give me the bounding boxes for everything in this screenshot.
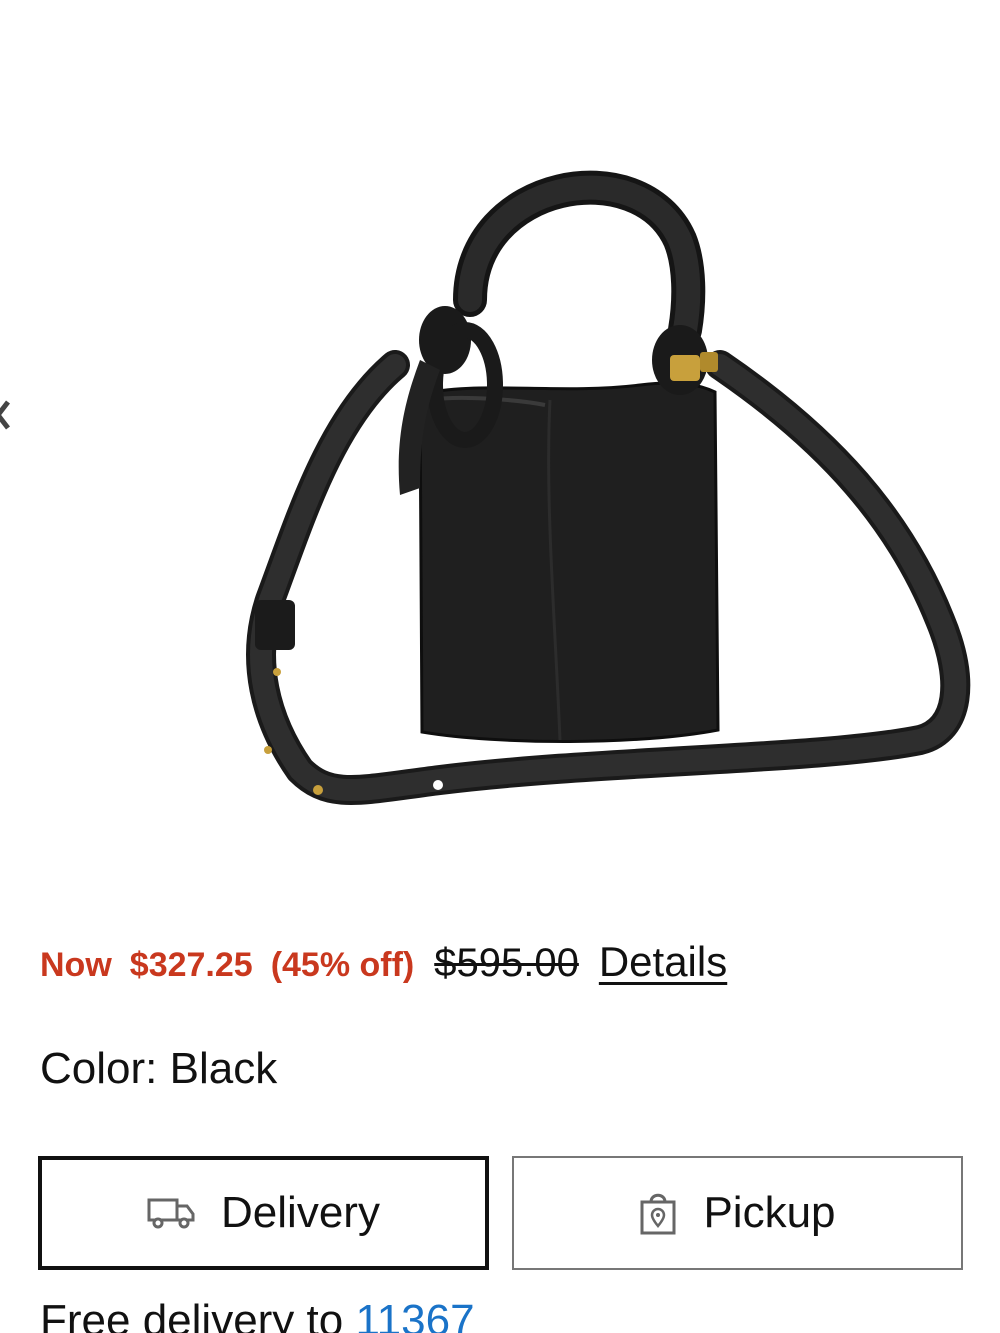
pickup-option-button[interactable]: Pickup [512, 1156, 963, 1270]
delivery-info-text: Free delivery to [40, 1296, 356, 1333]
product-image[interactable] [0, 0, 1000, 900]
selected-color: Color: Black [40, 1044, 278, 1093]
pickup-option-label: Pickup [703, 1188, 836, 1237]
original-price: $595.00 [434, 941, 579, 985]
now-label: Now [40, 946, 112, 984]
truck-icon [147, 1196, 195, 1230]
price-row: Now $327.25 (45% off) $595.00 Details [40, 938, 727, 986]
store-bag-icon [639, 1190, 677, 1236]
discount-percent: (45% off) [270, 946, 415, 984]
bucket-bag-image [246, 170, 971, 805]
product-page: Now $327.25 (45% off) $595.00 Details Co… [0, 0, 1000, 1333]
zip-code-link[interactable]: 11367 [355, 1296, 474, 1333]
delivery-info: Free delivery to 11367 [40, 1296, 475, 1333]
delivery-option-label: Delivery [221, 1188, 380, 1237]
sale-price: $327.25 [129, 946, 253, 984]
delivery-option-button[interactable]: Delivery [38, 1156, 489, 1270]
price-details-link[interactable]: Details [599, 938, 727, 986]
